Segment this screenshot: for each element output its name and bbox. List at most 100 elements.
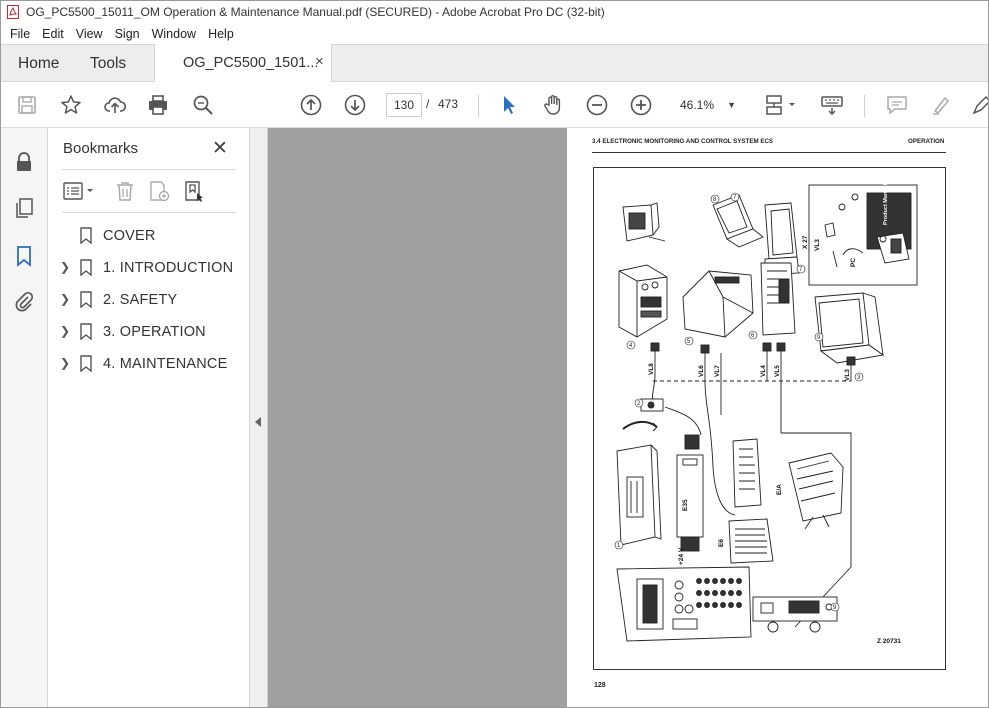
bookmark-icon	[80, 227, 92, 244]
bookmark-star-button[interactable]	[59, 93, 83, 117]
keyboard-icon	[821, 96, 843, 116]
bookmark-operation[interactable]: ❯ 3. OPERATION	[48, 317, 250, 347]
menu-help[interactable]: Help	[202, 27, 240, 41]
zoom-level-dropdown[interactable]: 46.1% ▼	[672, 93, 742, 117]
total-pages: 473	[438, 97, 459, 111]
label-vl5: VL5	[774, 365, 781, 377]
acrobat-app-icon	[7, 5, 19, 19]
bookmark-icon	[80, 323, 92, 340]
toolbar-divider	[478, 95, 479, 117]
e6-panel-illustration	[728, 438, 774, 564]
comment-button[interactable]	[885, 93, 909, 117]
bookmark-cover[interactable]: COVER	[48, 221, 250, 251]
label-vl3: VL3	[844, 369, 851, 381]
attachments-panel-button[interactable]	[13, 290, 35, 312]
bookmark-options-button[interactable]	[62, 179, 98, 203]
menu-file[interactable]: File	[4, 27, 36, 41]
control-box-illustration	[618, 264, 668, 338]
highlighter-icon	[933, 96, 950, 115]
laptop-illustration	[712, 194, 764, 248]
label-vl4: VL4	[760, 365, 767, 377]
hand-tool-button[interactable]	[541, 93, 565, 117]
find-button[interactable]	[191, 93, 215, 117]
operator-console-illustration	[616, 566, 752, 642]
bookmark-safety[interactable]: ❯ 2. SAFETY	[48, 285, 250, 315]
cursor-arrow-icon	[504, 96, 515, 114]
arrow-down-circle-icon	[344, 94, 366, 116]
menu-sign[interactable]: Sign	[109, 27, 146, 41]
label-vl7: VL7	[714, 365, 721, 377]
previous-page-button[interactable]	[299, 93, 323, 117]
bookmark-label: COVER	[103, 228, 156, 244]
tab-bar: Home Tools OG_PC5500_1501... ×	[0, 44, 989, 83]
chevron-right-icon[interactable]: ❯	[60, 324, 70, 338]
toolbar-divider	[864, 95, 865, 117]
zoom-out-button[interactable]	[585, 93, 609, 117]
tab-document[interactable]: OG_PC5500_1501... ×	[154, 44, 332, 83]
arrow-up-circle-icon	[300, 94, 322, 116]
bookmark-from-selection-button[interactable]	[182, 179, 206, 203]
tab-home[interactable]: Home	[18, 55, 59, 73]
close-panel-button[interactable]: ✕	[212, 137, 228, 160]
page-thumbnails-button[interactable]	[13, 197, 35, 219]
keyboard-tool-button[interactable]	[820, 93, 844, 117]
menu-window[interactable]: Window	[146, 27, 202, 41]
save-icon	[18, 96, 36, 114]
print-button[interactable]	[146, 93, 170, 117]
menu-bar: File Edit View Sign Window Help	[0, 24, 989, 44]
highlight-button[interactable]	[929, 93, 953, 117]
save-button[interactable]	[15, 93, 39, 117]
new-bookmark-button[interactable]	[147, 179, 171, 203]
label-x27: X 27	[802, 235, 809, 249]
bookmark-icon	[80, 259, 92, 276]
label-io: E/A	[776, 484, 783, 495]
bookmark-cursor-icon	[185, 181, 203, 202]
bookmark-label: 2. SAFETY	[103, 292, 178, 308]
menu-edit[interactable]: Edit	[36, 27, 70, 41]
bookmarks-panel-button[interactable]	[13, 245, 35, 267]
select-tool-button[interactable]	[497, 93, 521, 117]
label-pc: PC	[850, 258, 857, 267]
zoom-in-button[interactable]	[629, 93, 653, 117]
collapse-panel-icon[interactable]	[255, 417, 261, 427]
next-page-button[interactable]	[343, 93, 367, 117]
star-icon	[61, 95, 81, 114]
pc-manual-group-illustration	[808, 184, 918, 286]
paperclip-icon	[15, 291, 34, 312]
divider	[62, 169, 236, 170]
security-panel-button[interactable]	[13, 151, 35, 173]
divider	[62, 212, 236, 213]
header-rule	[592, 152, 946, 153]
label-voltage: +24 V	[678, 547, 685, 565]
page-layout-icon	[766, 95, 795, 115]
printer-icon	[149, 95, 167, 115]
draw-button[interactable]	[970, 93, 989, 117]
chevron-right-icon[interactable]: ❯	[60, 260, 70, 274]
page-layout-button[interactable]	[763, 93, 799, 117]
trash-icon	[117, 182, 133, 201]
tab-tools[interactable]: Tools	[90, 55, 126, 73]
label-product-manual: Product Manual	[883, 183, 889, 225]
document-viewport[interactable]: 3.4 ELECTRONIC MONITORING AND CONTROL SY…	[268, 128, 989, 708]
bookmark-maintenance[interactable]: ❯ 4. MAINTENANCE	[48, 349, 250, 379]
chevron-right-icon[interactable]: ❯	[60, 292, 70, 306]
panel-splitter[interactable]	[250, 128, 268, 708]
bookmark-label: 3. OPERATION	[103, 324, 206, 340]
page-separator: /	[426, 97, 430, 111]
delete-bookmark-button[interactable]	[113, 179, 137, 203]
pen-icon	[972, 95, 989, 115]
lock-icon	[17, 152, 31, 171]
bookmark-icon	[17, 246, 31, 267]
bookmark-label: 4. MAINTENANCE	[103, 356, 228, 372]
tab-close-button[interactable]: ×	[315, 53, 324, 70]
upload-button[interactable]	[103, 93, 127, 117]
chevron-right-icon[interactable]: ❯	[60, 356, 70, 370]
label-vl8: VL8	[648, 363, 655, 375]
menu-view[interactable]: View	[70, 27, 109, 41]
bookmark-introduction[interactable]: ❯ 1. INTRODUCTION	[48, 253, 250, 283]
navigation-rail	[0, 128, 48, 708]
pdf-page: 3.4 ELECTRONIC MONITORING AND CONTROL SY…	[567, 128, 989, 708]
page-number-input[interactable]: 130	[386, 93, 422, 117]
tab-document-label: OG_PC5500_1501...	[183, 55, 319, 71]
bookmark-label: 1. INTRODUCTION	[103, 260, 234, 276]
